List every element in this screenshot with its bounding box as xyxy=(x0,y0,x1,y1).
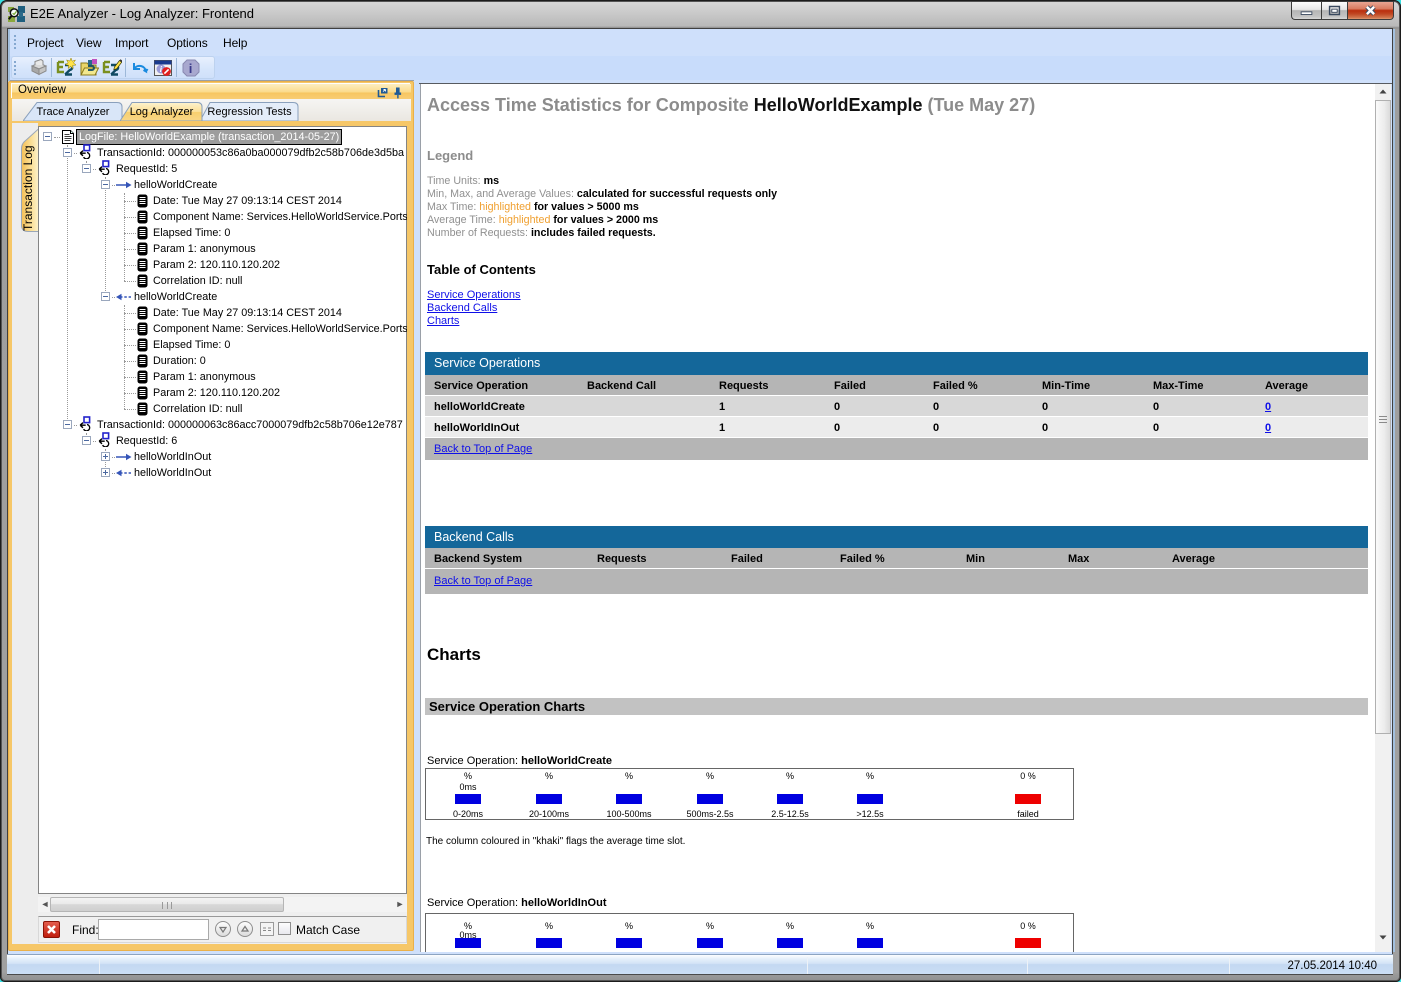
svg-text:i: i xyxy=(189,61,193,76)
